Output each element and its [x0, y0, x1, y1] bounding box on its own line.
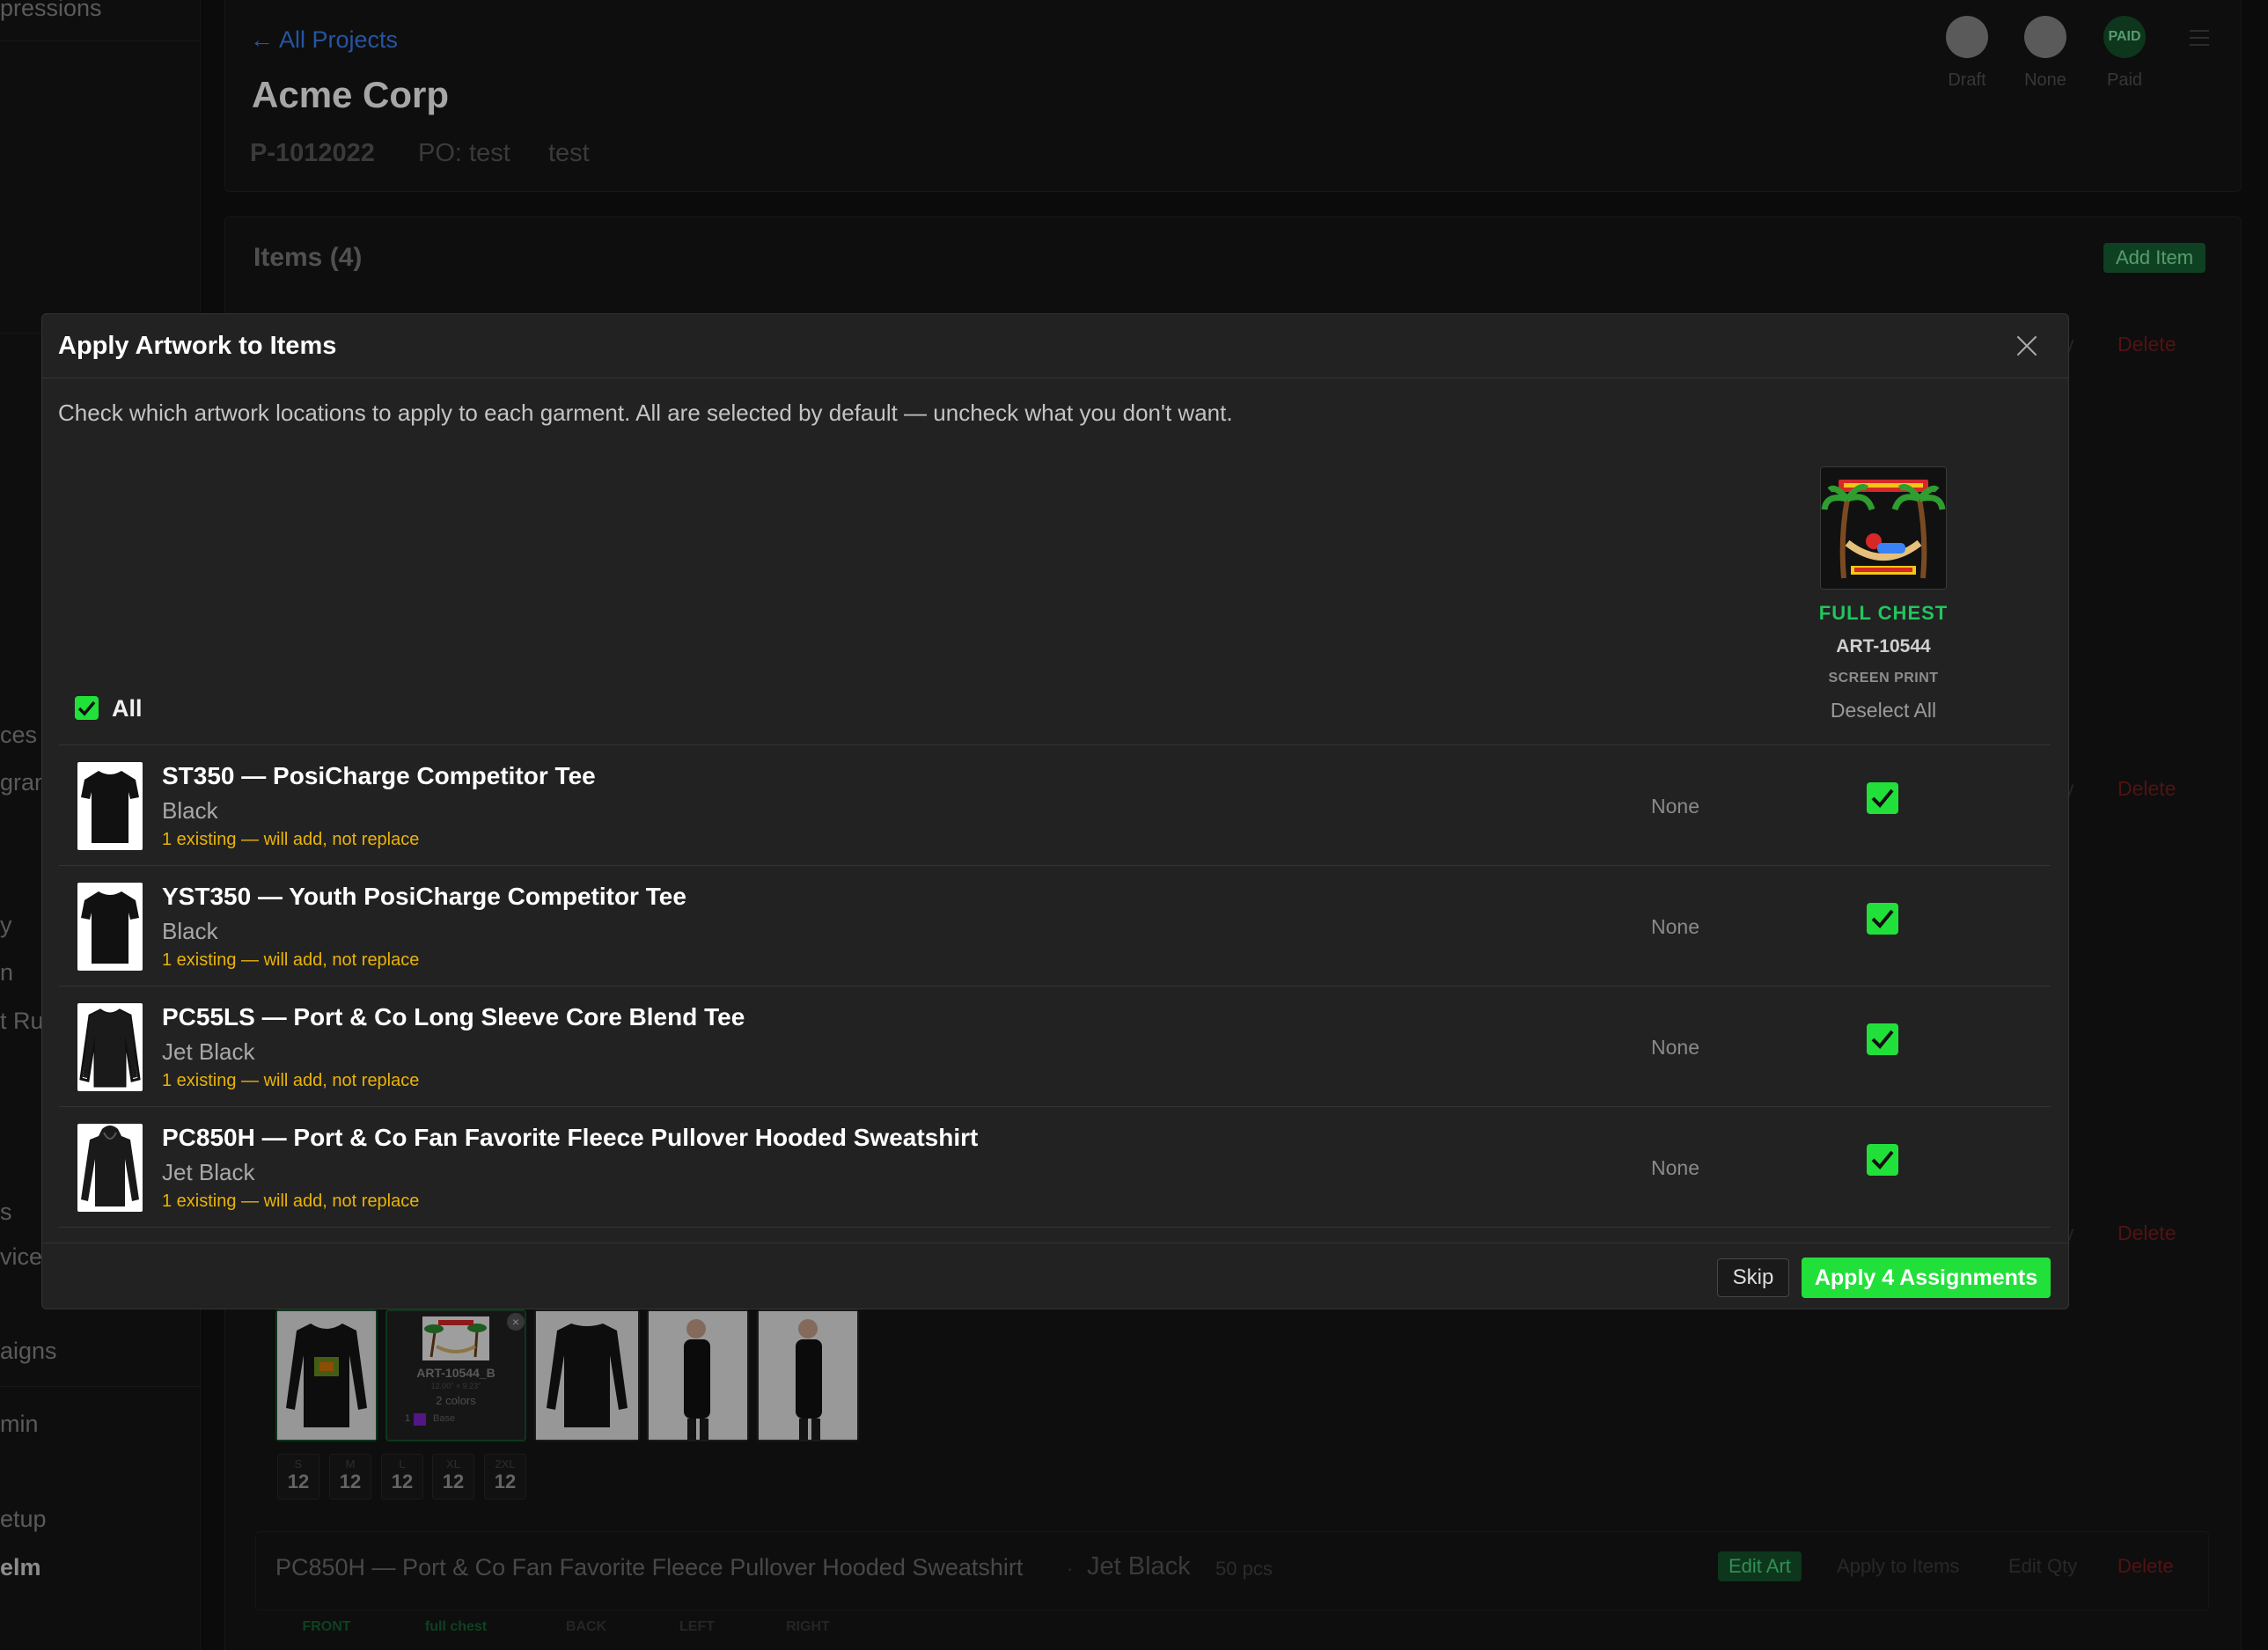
garment-name: ST350 — PosiCharge Competitor Tee: [162, 762, 596, 789]
garment-name: YST350 — Youth PosiCharge Competitor Tee: [162, 883, 686, 910]
deselect-all-button[interactable]: Deselect All: [1795, 699, 1971, 722]
current-location-value: None: [1651, 915, 1699, 938]
artwork-thumbnail: [1820, 466, 1947, 590]
garment-color: Black: [162, 797, 218, 824]
artwork-method: SCREEN PRINT: [1828, 671, 1939, 686]
existing-art-note: 1 existing — will add, not replace: [162, 1192, 420, 1211]
garment-thumbnail: [77, 1003, 143, 1091]
modal-description: Check which artwork locations to apply t…: [58, 400, 1233, 426]
app-root: pressions ces gram y n t Ru s vice aigns…: [0, 0, 2268, 1650]
select-all-label: All: [112, 695, 143, 722]
modal-title: Apply Artwork to Items: [58, 332, 337, 360]
existing-art-note: 1 existing — will add, not replace: [162, 830, 420, 849]
select-all-checkbox[interactable]: [75, 696, 99, 720]
row-divider: [59, 1227, 2051, 1228]
longsleeve-icon: [79, 1008, 141, 1088]
apply-assignments-button[interactable]: Apply 4 Assignments: [1802, 1258, 2051, 1298]
rows-header-divider: [59, 744, 2051, 745]
checkmark-icon: [1871, 788, 1894, 808]
apply-checkbox[interactable]: [1867, 1023, 1898, 1055]
artwork-palm-hammock-icon: [1821, 467, 1946, 589]
hoodie-icon: [81, 1126, 139, 1206]
garment-color: Jet Black: [162, 1038, 255, 1065]
checkmark-icon: [1871, 1030, 1894, 1049]
artwork-location: FULL CHEST: [1818, 602, 1949, 624]
current-location-value: None: [1651, 1156, 1699, 1179]
checkmark-icon: [77, 700, 96, 716]
garment-thumbnail: [77, 883, 143, 971]
current-location-value: None: [1651, 1036, 1699, 1059]
skip-button[interactable]: Skip: [1717, 1258, 1789, 1297]
apply-artwork-modal: [41, 313, 2069, 1309]
current-location-value: None: [1651, 795, 1699, 818]
garment-thumbnail: [77, 1124, 143, 1212]
tshirt-icon: [81, 891, 139, 964]
checkmark-icon: [1871, 909, 1894, 928]
garment-thumbnail: [77, 762, 143, 850]
apply-checkbox[interactable]: [1867, 1144, 1898, 1176]
checkmark-icon: [1871, 1150, 1894, 1170]
garment-color: Jet Black: [162, 1159, 255, 1185]
garment-name: PC850H — Port & Co Fan Favorite Fleece P…: [162, 1124, 979, 1151]
garment-color: Black: [162, 918, 218, 944]
existing-art-note: 1 existing — will add, not replace: [162, 950, 420, 970]
row-divider: [59, 1106, 2051, 1107]
close-icon[interactable]: [2014, 333, 2040, 359]
row-divider: [59, 865, 2051, 866]
existing-art-note: 1 existing — will add, not replace: [162, 1071, 420, 1090]
apply-checkbox[interactable]: [1867, 903, 1898, 935]
artwork-id: ART-10544: [1836, 636, 1931, 656]
garment-name: PC55LS — Port & Co Long Sleeve Core Blen…: [162, 1003, 745, 1030]
tshirt-icon: [81, 771, 139, 843]
apply-checkbox[interactable]: [1867, 782, 1898, 814]
